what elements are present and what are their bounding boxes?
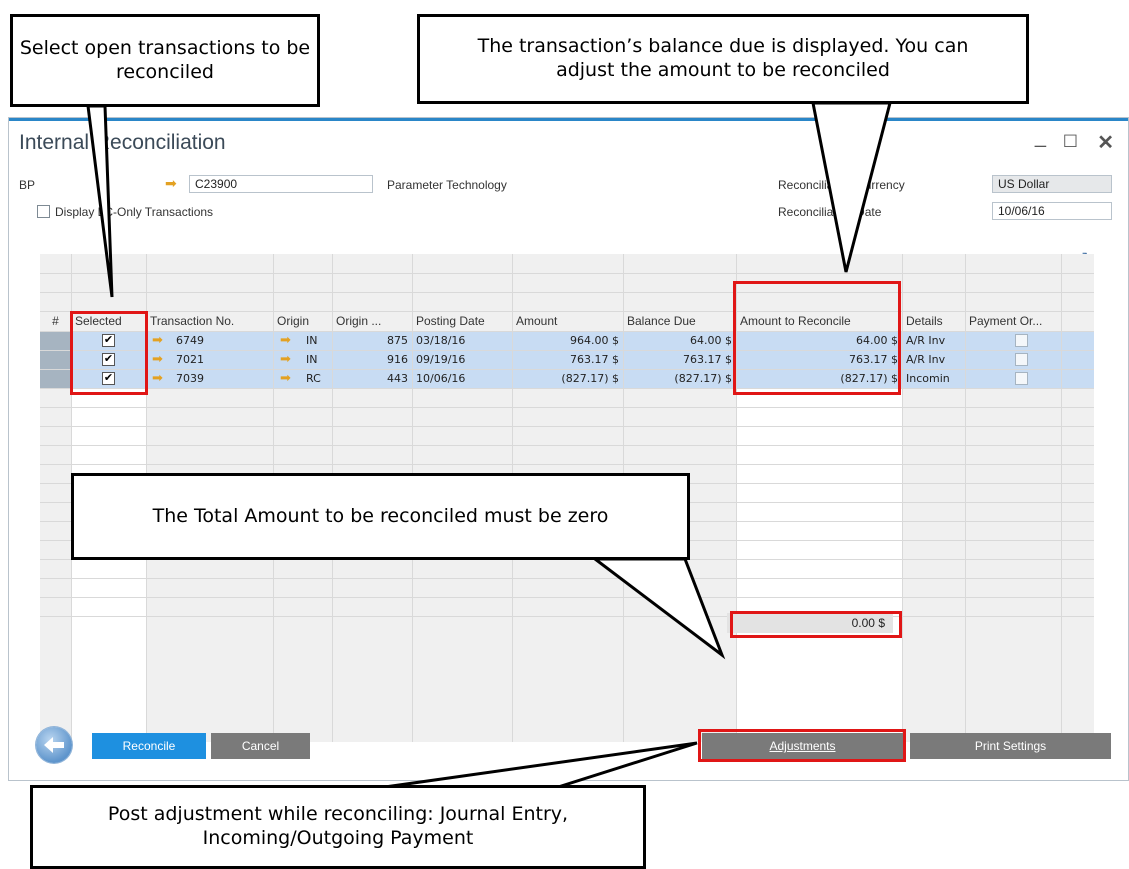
- callout-select-transactions: Select open transactions to be reconcile…: [10, 14, 320, 107]
- callout-balance-due: The transaction’s balance due is display…: [417, 14, 1029, 104]
- callout-adjustments: Post adjustment while reconciling: Journ…: [30, 785, 646, 869]
- callout-pointers: [86, 101, 892, 790]
- callout-total-zero: The Total Amount to be reconciled must b…: [71, 473, 690, 560]
